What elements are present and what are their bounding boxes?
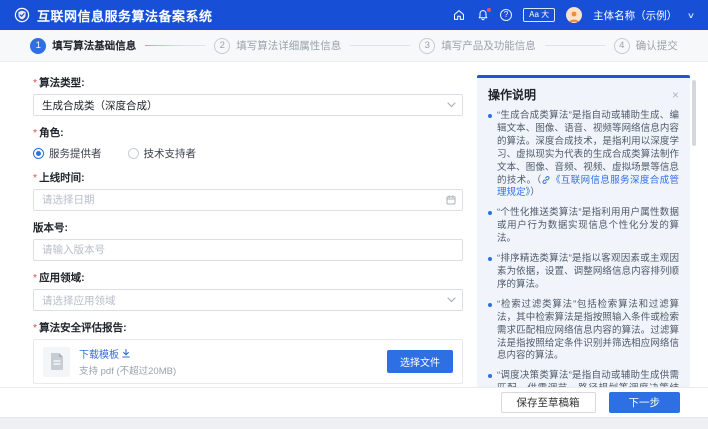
step-indicator: 1 填写算法基础信息 2 填写算法详细属性信息 3 填写产品及功能信息 4 确认… [0, 30, 708, 62]
top-header: 互联网信息服务算法备案系统 ? Aa 大 主体名称（示例） ∨ [0, 0, 708, 30]
step-1[interactable]: 1 填写算法基础信息 [30, 37, 137, 54]
radio-dot [33, 148, 44, 159]
instruction-text: “检索过滤类算法”包括检索算法和过滤算法，其中检索算法是指按照输入条件或检索需求… [497, 298, 679, 362]
step-4[interactable]: 4 确认提交 [613, 37, 678, 54]
step-4-label: 确认提交 [635, 40, 678, 52]
step-1-number: 1 [30, 37, 47, 54]
step-connector [350, 45, 411, 46]
version-label: 版本号: [33, 222, 68, 234]
instructions-panel: 操作说明 × “生成合成类算法”是指自动或辅助生成、编辑文本、图像、语音、视频等… [477, 75, 690, 387]
font-size-toggle[interactable]: Aa 大 [523, 8, 556, 22]
application-field-select[interactable]: 请选择应用领域 [33, 289, 463, 311]
chevron-down-icon [447, 102, 456, 108]
app-title: 互联网信息服务算法备案系统 [37, 8, 213, 24]
field-security-report: 算法安全评估报告: 下载模板 支持 pd [33, 320, 463, 384]
security-report-upload: 下载模板 支持 pdf (不超过20MB) 选择文件 [33, 339, 463, 384]
step-2-label: 填写算法详细属性信息 [236, 40, 342, 52]
algorithm-type-label: 算法类型: [33, 75, 463, 90]
chevron-down-icon [447, 297, 456, 303]
next-step-button[interactable]: 下一步 [608, 392, 680, 413]
application-field-placeholder: 请选择应用领域 [42, 294, 116, 307]
field-algorithm-type: 算法类型: 生成合成类（深度合成） [33, 75, 463, 116]
chevron-down-icon[interactable]: ∨ [687, 11, 695, 20]
main-content: 算法类型: 生成合成类（深度合成） 角色: 服务提供者 [0, 62, 708, 387]
shield-logo-icon [14, 7, 30, 23]
step-3-label: 填写产品及功能信息 [441, 40, 536, 52]
instruction-text: “排序精选类算法”是指以客观因素或主观因素为依据，设置、调整网络信息内容排列顺序… [497, 253, 679, 290]
application-field-label: 应用领域: [33, 270, 463, 285]
role-option-label: 服务提供者 [49, 148, 102, 160]
step-connector [145, 45, 206, 46]
step-3-number: 3 [419, 37, 436, 54]
account-name[interactable]: 主体名称（示例） [593, 8, 677, 23]
step-3[interactable]: 3 填写产品及功能信息 [419, 37, 536, 54]
download-icon [122, 349, 130, 358]
algorithm-type-select[interactable]: 生成合成类（深度合成） [33, 94, 463, 116]
notification-badge [487, 7, 492, 12]
vertical-scrollbar[interactable] [692, 80, 696, 146]
link-icon [542, 175, 550, 184]
choose-file-button[interactable]: 选择文件 [387, 350, 453, 373]
home-icon[interactable] [452, 9, 465, 22]
instruction-item: “调度决策类算法”是指自动或辅助生成供需匹配、供需调节、路径规划等调度决策结果，… [488, 370, 679, 387]
brand: 互联网信息服务算法备案系统 [14, 6, 213, 25]
role-radio-service-provider[interactable]: 服务提供者 [33, 146, 102, 161]
download-template-label: 下载模板 [79, 350, 119, 361]
instruction-item: “生成合成类算法”是指自动或辅助生成、编辑文本、图像、语音、视频等网络信息内容的… [488, 110, 679, 200]
launch-time-label: 上线时间: [33, 170, 463, 185]
launch-time-input[interactable] [33, 189, 463, 211]
notification-bell-icon[interactable] [476, 7, 492, 22]
file-icon [43, 346, 70, 377]
calendar-icon [446, 195, 456, 205]
page-background-strip [0, 417, 708, 429]
field-role: 角色: 服务提供者 技术支持者 [33, 125, 463, 161]
field-version: 版本号: [33, 220, 463, 261]
radio-dot [127, 148, 139, 159]
step-2-number: 2 [214, 37, 231, 54]
field-launch-time: 上线时间: [33, 170, 463, 211]
instruction-item: “排序精选类算法”是指以客观因素或主观因素为依据，设置、调整网络信息内容排列顺序… [488, 253, 679, 292]
download-template-link[interactable]: 下载模板 [79, 346, 176, 361]
version-input[interactable] [33, 239, 463, 261]
step-4-number: 4 [613, 37, 630, 54]
security-report-label: 算法安全评估报告: [33, 320, 463, 335]
algorithm-type-value: 生成合成类（深度合成） [42, 99, 158, 112]
role-label: 角色: [33, 125, 463, 140]
save-draft-button[interactable]: 保存至草稿箱 [500, 392, 596, 413]
field-application-field: 应用领域: 请选择应用领域 [33, 270, 463, 311]
step-2[interactable]: 2 填写算法详细属性信息 [214, 37, 342, 54]
instruction-text: ） [530, 187, 540, 199]
help-icon[interactable]: ? [500, 9, 513, 21]
step-connector [544, 45, 605, 46]
instruction-item: “个性化推送类算法”是指利用用户属性数据或用户行为数据实现信息个性化分发的算法。 [488, 207, 679, 246]
instruction-text: “个性化推送类算法”是指利用用户属性数据或用户行为数据实现信息个性化分发的算法。 [497, 207, 679, 245]
avatar[interactable] [566, 7, 583, 23]
basic-info-form: 算法类型: 生成合成类（深度合成） 角色: 服务提供者 [33, 75, 463, 387]
step-1-label: 填写算法基础信息 [52, 40, 137, 52]
upload-hint: 支持 pdf (不超过20MB) [79, 366, 177, 377]
role-option-label: 技术支持者 [143, 148, 197, 160]
instructions-title: 操作说明 [488, 88, 537, 102]
instruction-text: “调度决策类算法”是指自动或辅助生成供需匹配、供需调节、路径规划等调度决策结果，… [497, 370, 679, 387]
role-radio-tech-supporter[interactable]: 技术支持者 [127, 146, 197, 161]
footer-bar: 保存至草稿箱 下一步 [0, 387, 708, 417]
instruction-item: “检索过滤类算法”包括检索算法和过滤算法，其中检索算法是指按照输入条件或检索需求… [488, 299, 679, 364]
header-actions: ? Aa 大 主体名称（示例） ∨ [452, 7, 695, 23]
close-icon[interactable]: × [672, 89, 679, 101]
app-window: 互联网信息服务算法备案系统 ? Aa 大 主体名称（示例） ∨ 1 填写算法基础… [0, 0, 708, 429]
